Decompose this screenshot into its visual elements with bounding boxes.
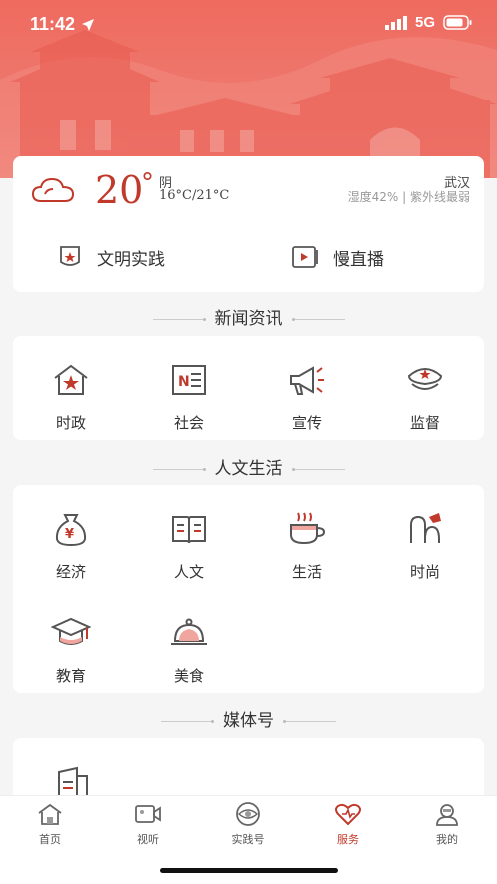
status-time-text: 11:42 [30,14,76,34]
svg-text:¥: ¥ [65,527,74,542]
home-indicator [160,868,338,873]
graduation-cap-icon [50,617,92,645]
grid-item-culture[interactable]: 人文 [149,509,229,582]
police-cap-icon [407,368,443,390]
tab-profile[interactable]: 我的 [407,802,487,847]
network-type: 5G [414,14,435,31]
svg-text:N: N [178,374,190,390]
tab-video[interactable]: 视听 [108,802,188,847]
tab-label: 服务 [337,833,359,846]
grid-item-fashion[interactable]: 时尚 [385,509,465,582]
status-right: 5G [384,14,473,31]
section-title-text: 媒体号 [223,711,274,731]
degree-symbol: ° [141,168,154,198]
tab-label: 视听 [137,833,159,846]
grid-item-label: 经济 [55,563,86,581]
grid-item-label: 时尚 [409,563,440,581]
tab-practice[interactable]: 实践号 [208,802,288,847]
home-icon [38,803,62,825]
megaphone-icon [290,366,324,395]
grid-item-label: 教育 [55,667,86,685]
coffee-cup-icon [290,512,326,545]
book-icon [172,516,206,544]
section-title-news: 新闻资讯 [0,304,497,329]
grid-item-label: 人文 [173,563,204,581]
money-bag-icon: ¥ [55,514,87,547]
section-title-life: 人文生活 [0,454,497,479]
eye-icon [236,802,260,826]
grid-item-label: 宣传 [291,414,322,432]
battery-icon [443,15,472,30]
signal-icon [384,15,407,30]
grid-item-supervision[interactable]: 监督 [385,360,465,433]
tab-label: 实践号 [231,833,265,846]
profile-icon [436,804,458,826]
grid-item-label: 时政 [55,414,86,432]
society-icon: N [172,365,206,395]
tab-label: 首页 [39,833,61,846]
tab-home[interactable]: 首页 [10,802,90,847]
grid-item-label: 生活 [291,563,322,581]
politics-icon [54,364,88,395]
video-icon [135,805,161,823]
section-title-text: 新闻资讯 [214,309,283,329]
section-title-text: 人文生活 [214,459,283,479]
grid-item-food[interactable]: 美食 [149,613,229,686]
news-grid: 时政 N 社会 宣传 监督 [13,336,484,440]
grid-item-label: 监督 [409,414,440,432]
quick-link-label: 文明实践 [97,249,165,270]
cloudy-icon [31,177,75,202]
grid-item-living[interactable]: 生活 [267,509,347,582]
quick-link-label: 慢直播 [333,249,384,270]
civilization-practice-icon [60,246,80,266]
grid-item-society[interactable]: N 社会 [149,360,229,433]
quick-link-civilization[interactable]: 文明实践 [57,244,165,270]
grid-item-label: 美食 [173,667,204,685]
weather-card: 20 ° 阴 16°C/21°C 武汉 湿度42% | 紫外线最弱 文明实践 慢… [13,156,484,292]
temperature-value: 20 [95,168,144,212]
grid-item-label: 社会 [173,414,204,432]
temperature-range: 16°C/21°C [159,188,230,203]
grid-item-economy[interactable]: ¥ 经济 [31,509,111,582]
life-grid: ¥ 经济 人文 生活 时尚 教育 美食 [13,485,484,693]
slow-live-icon [292,246,318,268]
grid-item-publicity[interactable]: 宣传 [267,360,347,433]
status-bar: 11:42 5G [0,0,497,52]
heart-icon [335,803,361,826]
section-title-media: 媒体号 [0,706,497,731]
grid-item-politics[interactable]: 时政 [31,360,111,433]
location-arrow-icon [82,18,95,31]
tab-service[interactable]: 服务 [308,802,388,847]
quick-link-live[interactable]: 慢直播 [291,244,384,270]
weather-details: 湿度42% | 紫外线最弱 [347,190,470,204]
tab-label: 我的 [436,833,458,846]
grid-item-education[interactable]: 教育 [31,613,111,686]
food-cloche-icon [171,618,207,645]
status-time: 11:42 [30,14,95,35]
fashion-icon [410,513,441,543]
